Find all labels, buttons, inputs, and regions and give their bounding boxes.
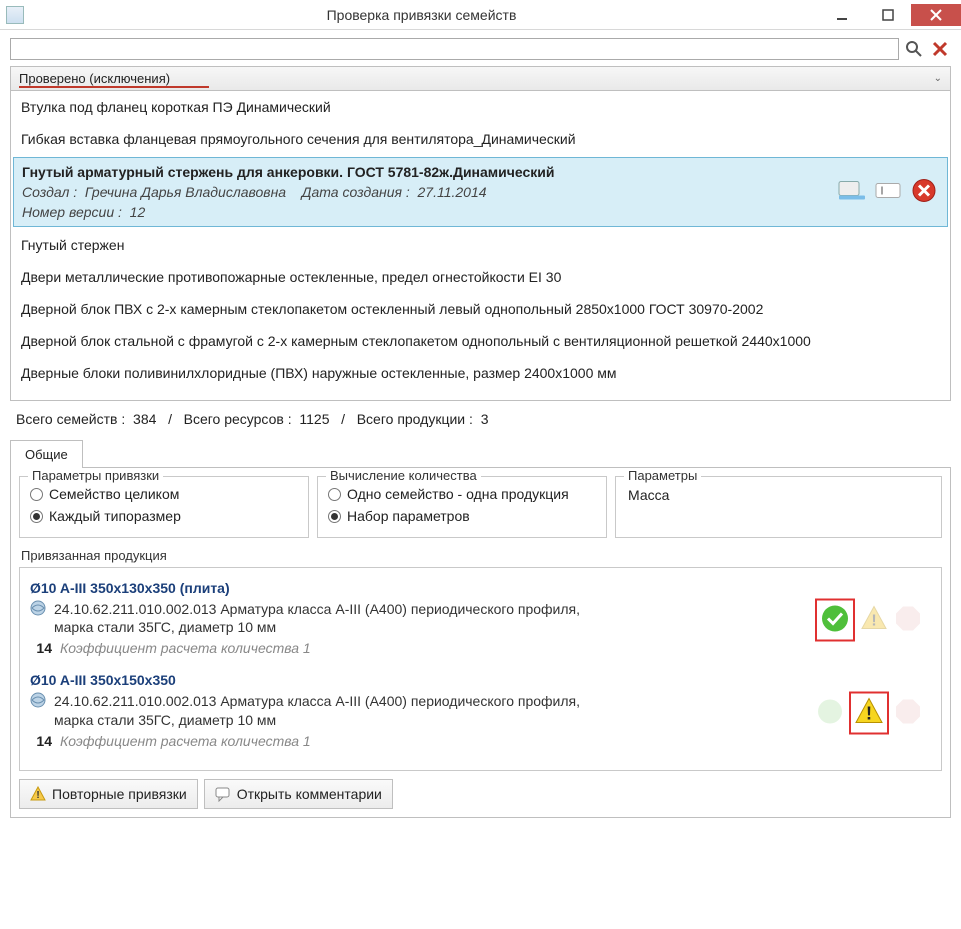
warning-icon: !	[853, 695, 885, 727]
selected-meta-version: Номер версии : 12	[22, 204, 939, 220]
group-underline	[19, 86, 209, 88]
globe-icon	[30, 692, 46, 708]
product-title: Ø10 A-III 350x150x350	[30, 672, 931, 688]
family-list-scroll[interactable]: Втулка под фланец короткая ПЭ Динамическ…	[11, 91, 950, 400]
list-item[interactable]: Гибкая вставка фланцевая прямоугольного …	[11, 123, 950, 155]
list-item[interactable]: Дверной блок стальной с фрамугой с 2-х к…	[11, 325, 950, 357]
radio-each-size[interactable]: Каждый типоразмер	[30, 505, 298, 527]
product-coeff-num: 14	[30, 733, 52, 749]
comment-icon	[215, 786, 231, 802]
search-icon	[905, 40, 923, 58]
delete-icon[interactable]	[911, 178, 937, 207]
checkmark-green-icon	[819, 603, 851, 635]
status-line: Всего семейств : 384 / Всего ресурсов : …	[10, 401, 951, 433]
footer-buttons: ! Повторные привязки Открыть комментарии	[19, 779, 942, 809]
maximize-button[interactable]	[865, 4, 911, 26]
tab-body-general: Параметры привязки Семейство целиком Каж…	[10, 467, 951, 818]
search-button[interactable]	[903, 38, 925, 60]
app-icon	[6, 6, 24, 24]
bound-products-legend: Привязанная продукция	[21, 548, 942, 563]
product-status-icons: !	[815, 599, 923, 642]
status-warning-dim[interactable]: !	[859, 604, 889, 637]
group-header-label: Проверено (исключения)	[19, 71, 170, 86]
chevron-down-icon: ⌄	[934, 73, 942, 84]
search-row	[10, 38, 951, 60]
open-comments-button[interactable]: Открыть комментарии	[204, 779, 393, 809]
list-item[interactable]: Втулка под фланец короткая ПЭ Динамическ…	[11, 91, 950, 123]
globe-icon	[30, 600, 46, 616]
warning-icon: !	[859, 604, 889, 634]
fieldset-binding-params: Параметры привязки Семейство целиком Каж…	[19, 476, 309, 538]
selected-meta: Создал : Гречина Дарья Владиславовна Дат…	[22, 184, 939, 200]
product-coeff-label: Коэффициент расчета количества 1	[60, 733, 311, 749]
text-field-icon[interactable]	[875, 180, 903, 205]
warning-icon: !	[30, 786, 46, 802]
product-desc: 24.10.62.211.010.002.013 Арматура класса…	[54, 692, 614, 728]
tab-general[interactable]: Общие	[10, 440, 83, 468]
fieldset-params: Параметры Масса	[615, 476, 942, 538]
status-stop-dim[interactable]	[893, 696, 923, 729]
radio-one-family-one-product[interactable]: Одно семейство - одна продукция	[328, 483, 596, 505]
list-item-selected[interactable]: Гнутый арматурный стержень для анкеровки…	[13, 157, 948, 227]
radio-icon	[328, 488, 341, 501]
list-item[interactable]: Дверной блок ПВХ с 2-х камерным стеклопа…	[11, 293, 950, 325]
titlebar: Проверка привязки семейств	[0, 0, 961, 30]
bound-products-box: Ø10 A-III 350x130x350 (плита) 24.10.62.2…	[19, 567, 942, 771]
product-coeff-label: Коэффициент расчета количества 1	[60, 640, 311, 656]
repeat-bindings-button[interactable]: ! Повторные привязки	[19, 779, 198, 809]
radio-icon	[30, 488, 43, 501]
stop-icon	[893, 604, 923, 634]
checkmark-green-icon	[815, 696, 845, 726]
bound-products-scroll[interactable]: Ø10 A-III 350x130x350 (плита) 24.10.62.2…	[24, 574, 937, 764]
product-title: Ø10 A-III 350x130x350 (плита)	[30, 580, 931, 596]
status-green-dim[interactable]	[815, 696, 845, 729]
window-title: Проверка привязки семейств	[24, 7, 819, 23]
stop-icon	[893, 696, 923, 726]
product-desc: 24.10.62.211.010.002.013 Арматура класса…	[54, 600, 614, 636]
fieldset-qty-calc: Вычисление количества Одно семейство - о…	[317, 476, 607, 538]
list-item[interactable]: Двери металлические противопожарные осте…	[11, 261, 950, 293]
status-green-highlighted[interactable]	[815, 599, 855, 642]
product-item[interactable]: Ø10 A-III 350x150x350 24.10.62.211.010.0…	[24, 666, 937, 758]
param-mass: Масса	[626, 483, 931, 507]
fieldset-legend: Параметры	[624, 468, 701, 483]
radio-icon	[328, 510, 341, 523]
radio-icon	[30, 510, 43, 523]
clear-search-button[interactable]	[929, 38, 951, 60]
product-status-icons: !	[815, 691, 923, 734]
radio-param-set[interactable]: Набор параметров	[328, 505, 596, 527]
radio-family-whole[interactable]: Семейство целиком	[30, 483, 298, 505]
close-icon	[931, 40, 949, 58]
list-item[interactable]: Гнутый стержен	[11, 229, 950, 261]
close-button[interactable]	[911, 4, 961, 26]
status-stop-dim[interactable]	[893, 604, 923, 637]
product-item[interactable]: Ø10 A-III 350x130x350 (плита) 24.10.62.2…	[24, 574, 937, 666]
bracket-icon[interactable]	[837, 180, 867, 205]
svg-text:!: !	[36, 790, 39, 801]
selected-title: Гнутый арматурный стержень для анкеровки…	[22, 164, 939, 180]
minimize-button[interactable]	[819, 4, 865, 26]
group-header[interactable]: Проверено (исключения) ⌄	[10, 66, 951, 91]
family-list-panel: Втулка под фланец короткая ПЭ Динамическ…	[10, 91, 951, 401]
svg-text:!: !	[871, 613, 876, 630]
search-input[interactable]	[10, 38, 899, 60]
list-item[interactable]: Дверные блоки поливинилхлоридные (ПВХ) н…	[11, 357, 950, 389]
svg-text:!: !	[866, 703, 872, 723]
product-coeff-num: 14	[30, 640, 52, 656]
tab-strip: Общие	[10, 439, 951, 467]
fieldset-legend: Параметры привязки	[28, 468, 163, 483]
status-warning-highlighted[interactable]: !	[849, 691, 889, 734]
fieldset-legend: Вычисление количества	[326, 468, 481, 483]
